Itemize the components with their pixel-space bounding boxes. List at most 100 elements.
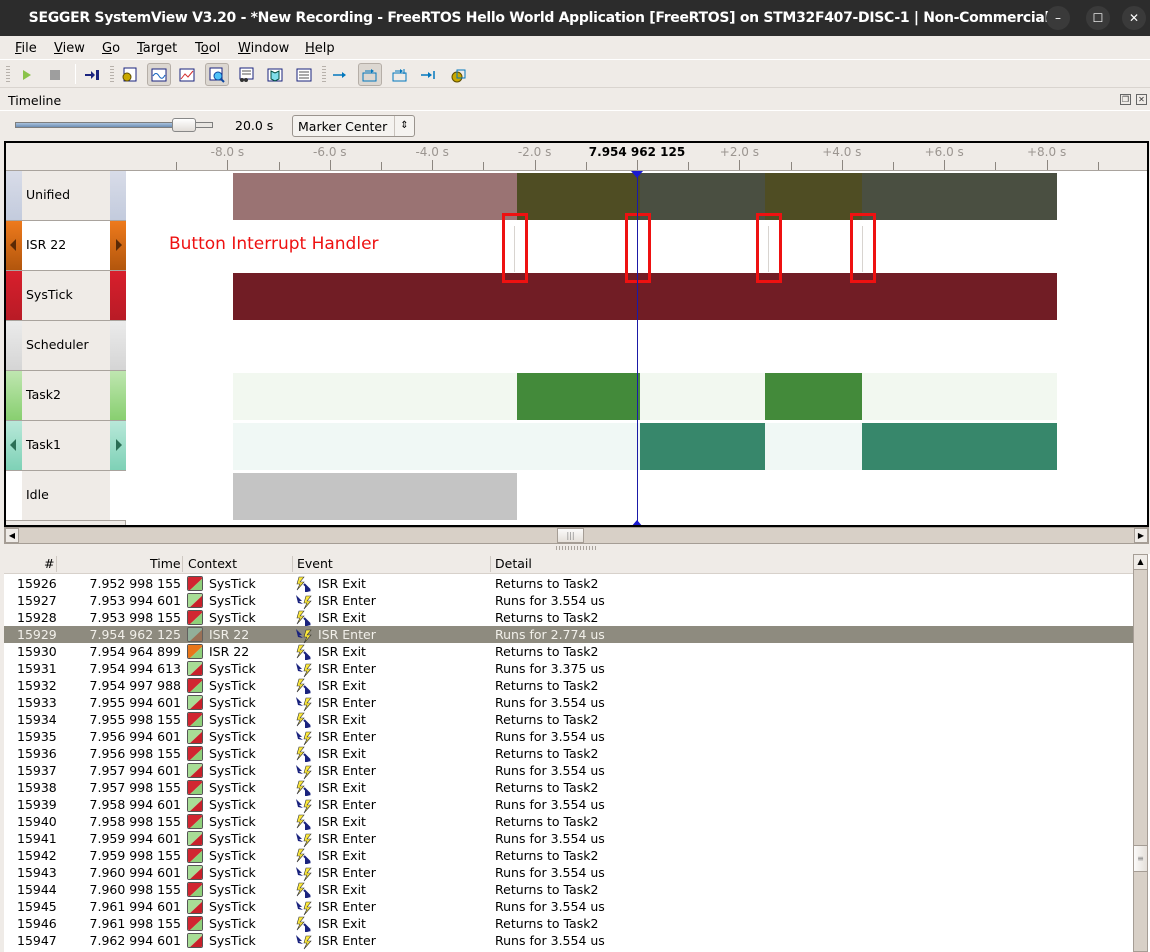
step-end-button[interactable]: [416, 63, 440, 86]
track-color-cap[interactable]: [110, 421, 126, 470]
toolbar-grip[interactable]: [322, 66, 326, 82]
time-cursor-line[interactable]: [637, 171, 638, 525]
step-next-button[interactable]: [328, 63, 352, 86]
track-scheduler[interactable]: Scheduler: [6, 321, 126, 371]
contexts-button[interactable]: [263, 63, 287, 86]
stop-button[interactable]: [43, 63, 67, 86]
timeline-view[interactable]: 7.954 962 125 -8.0 s -6.0 s -4.0 s -2.0 s +2…: [4, 141, 1149, 527]
marker-mode-select[interactable]: Marker Center ⇕: [292, 115, 415, 137]
cursor-marker-top-icon[interactable]: [631, 171, 643, 178]
table-row[interactable]: 15944 7.960 998 155 SysTick ISR Exit Returns…: [4, 881, 1133, 898]
table-row[interactable]: 15928 7.953 998 155 SysTick ISR Exit Returns…: [4, 609, 1133, 626]
task1-segment[interactable]: [232, 423, 640, 470]
table-row[interactable]: 15937 7.957 994 601 SysTick ISR Enter Runs f…: [4, 762, 1133, 780]
close-button[interactable]: ✕: [1122, 6, 1146, 30]
next-event-arrow-icon[interactable]: [116, 439, 122, 451]
track-idle[interactable]: Idle: [6, 471, 126, 521]
track-isr-22[interactable]: ISR 22: [6, 221, 126, 271]
track-unified[interactable]: Unified: [6, 171, 126, 221]
track-color-cap[interactable]: [6, 421, 22, 470]
undock-icon[interactable]: ❐: [1120, 94, 1131, 105]
splitter-grip[interactable]: [556, 546, 596, 550]
timeline-button[interactable]: [147, 63, 171, 86]
system-info-button[interactable]: [117, 63, 141, 86]
table-row[interactable]: 15942 7.959 998 155 SysTick ISR Exit Returns…: [4, 847, 1133, 864]
toolbar-grip[interactable]: [110, 66, 114, 82]
cursor-marker-bottom-icon[interactable]: [631, 520, 643, 525]
time-ruler[interactable]: 7.954 962 125 -8.0 s -6.0 s -4.0 s -2.0 s +2…: [6, 143, 1147, 171]
events-vscrollbar[interactable]: ▲ ≡: [1133, 554, 1148, 952]
column-separator[interactable]: [56, 556, 57, 572]
unified-segment[interactable]: [639, 173, 765, 220]
table-row[interactable]: 15927 7.953 994 601 SysTick ISR Enter Runs f…: [4, 592, 1133, 610]
event-search-button[interactable]: [205, 63, 229, 86]
menu-file[interactable]: File: [15, 41, 37, 56]
toolbar-grip[interactable]: [6, 66, 10, 82]
table-row[interactable]: 15931 7.954 994 613 SysTick ISR Enter Runs f…: [4, 660, 1133, 678]
cpu-load-button[interactable]: [175, 63, 199, 86]
table-row[interactable]: 15932 7.954 997 988 SysTick ISR Exit Returns…: [4, 677, 1133, 694]
menu-target[interactable]: Target: [137, 41, 177, 56]
task2-segment[interactable]: [862, 373, 1057, 420]
timeline-hscrollbar[interactable]: ◀ ||| ▶: [4, 527, 1149, 544]
task1-segment[interactable]: [639, 423, 765, 470]
task2-segment[interactable]: [516, 373, 640, 420]
column-separator[interactable]: [292, 556, 293, 572]
table-row[interactable]: 15941 7.959 994 601 SysTick ISR Enter Runs f…: [4, 830, 1133, 848]
step-settings-button[interactable]: [446, 63, 470, 86]
idle-segment[interactable]: [232, 473, 517, 520]
table-row[interactable]: 15936 7.956 998 155 SysTick ISR Exit Returns…: [4, 745, 1133, 762]
task2-segment[interactable]: [639, 373, 765, 420]
play-button[interactable]: [14, 63, 38, 86]
prev-event-arrow-icon[interactable]: [10, 439, 16, 451]
column-header-context[interactable]: Context: [188, 556, 237, 571]
scroll-right-button[interactable]: ▶: [1134, 528, 1148, 543]
go-to-end-button[interactable]: [80, 63, 104, 86]
column-separator[interactable]: [182, 556, 183, 572]
table-row[interactable]: 15946 7.961 998 155 SysTick ISR Exit Returns…: [4, 915, 1133, 932]
task1-segment[interactable]: [862, 423, 1057, 470]
prev-event-arrow-icon[interactable]: [10, 239, 16, 251]
unified-segment[interactable]: [516, 173, 640, 220]
maximize-button[interactable]: ☐: [1086, 6, 1110, 30]
table-row[interactable]: 15939 7.958 994 601 SysTick ISR Enter Runs f…: [4, 796, 1133, 814]
step-frame-button[interactable]: [388, 63, 412, 86]
menu-tool[interactable]: Tool: [195, 41, 220, 56]
unified-segment[interactable]: [232, 173, 517, 220]
vscroll-thumb[interactable]: ≡: [1134, 845, 1147, 872]
task1-segment[interactable]: [765, 423, 863, 470]
track-color-cap[interactable]: [6, 221, 22, 270]
table-row[interactable]: 15929 7.954 962 125 ISR 22 ISR Enter Runs fo…: [4, 626, 1133, 644]
column-header-event[interactable]: Event: [297, 556, 333, 571]
unified-segment[interactable]: [862, 173, 1057, 220]
terminal-button[interactable]: [234, 63, 258, 86]
column-header-detail[interactable]: Detail: [495, 556, 532, 571]
next-event-arrow-icon[interactable]: [116, 239, 122, 251]
column-header-time[interactable]: Time: [150, 556, 181, 571]
panel-close-icon[interactable]: ✕: [1136, 94, 1147, 105]
event-list-button[interactable]: [292, 63, 316, 86]
column-header-num[interactable]: #: [44, 556, 54, 571]
timeline-plot[interactable]: Button Interrupt Handler: [127, 171, 1147, 525]
menu-window[interactable]: Window: [238, 41, 289, 56]
table-row[interactable]: 15930 7.954 964 899 ISR 22 ISR Exit Returns …: [4, 643, 1133, 660]
table-row[interactable]: 15934 7.955 998 155 SysTick ISR Exit Returns…: [4, 711, 1133, 728]
track-systick[interactable]: SysTick: [6, 271, 126, 321]
menu-go[interactable]: Go: [102, 41, 120, 56]
menu-help[interactable]: Help: [305, 41, 335, 56]
track-color-cap[interactable]: [110, 221, 126, 270]
menu-view[interactable]: View: [54, 41, 85, 56]
panel-splitter[interactable]: [0, 544, 1150, 554]
table-row[interactable]: 15938 7.957 998 155 SysTick ISR Exit Returns…: [4, 779, 1133, 796]
task2-segment[interactable]: [765, 373, 863, 420]
task2-segment[interactable]: [232, 373, 517, 420]
table-row[interactable]: 15926 7.952 998 155 SysTick ISR Exit Returns…: [4, 575, 1133, 592]
column-separator[interactable]: [490, 556, 491, 572]
scroll-left-button[interactable]: ◀: [5, 528, 19, 543]
zoom-slider-handle[interactable]: [171, 118, 196, 132]
table-row[interactable]: 15940 7.958 998 155 SysTick ISR Exit Returns…: [4, 813, 1133, 830]
table-row[interactable]: 15935 7.956 994 601 SysTick ISR Enter Runs f…: [4, 728, 1133, 746]
table-row[interactable]: 15933 7.955 994 601 SysTick ISR Enter Runs f…: [4, 694, 1133, 712]
table-row[interactable]: 15947 7.962 994 601 SysTick ISR Enter Runs f…: [4, 932, 1133, 950]
scroll-up-button[interactable]: ▲: [1134, 555, 1147, 570]
